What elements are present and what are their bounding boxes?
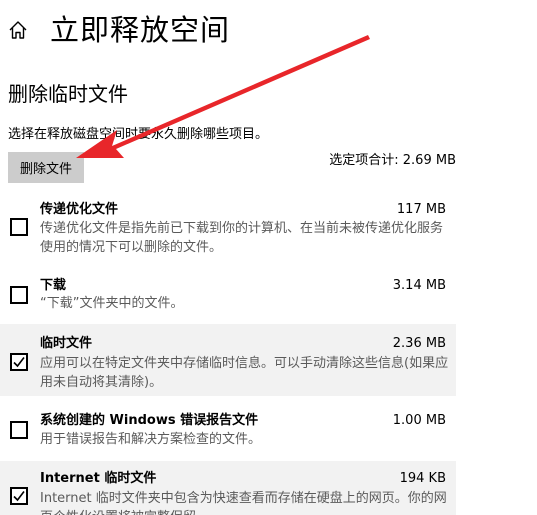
item-description: 用于错误报告和解决方案检查的文件。	[40, 432, 262, 447]
item-size: 194 KB	[399, 471, 446, 486]
checkbox-downloads[interactable]	[10, 286, 28, 304]
section-title: 删除临时文件	[8, 82, 128, 106]
item-title: Internet 临时文件	[40, 471, 157, 486]
checkmark-icon	[13, 491, 25, 502]
item-description: 应用可以在特定文件夹中存储临时信息。可以手动清除这些信息(如果应用未自动将其清除…	[40, 356, 449, 390]
selected-total: 选定项合计: 2.69 MB	[329, 153, 456, 168]
list-item-internet-temp-files[interactable]: Internet 临时文件 194 KB Internet 临时文件夹中包含为快…	[0, 461, 456, 515]
list-item-windows-error-reports[interactable]: 系统创建的 Windows 错误报告文件 1.00 MB 用于错误报告和解决方案…	[0, 404, 456, 452]
checkmark-icon	[13, 357, 25, 368]
item-title: 临时文件	[40, 336, 93, 351]
checkbox-windows-error-reports[interactable]	[10, 421, 28, 439]
item-title: 系统创建的 Windows 错误报告文件	[40, 413, 259, 428]
item-title: 下载	[40, 278, 67, 293]
list-item-temporary-files[interactable]: 临时文件 2.36 MB 应用可以在特定文件夹中存储临时信息。可以手动清除这些信…	[0, 324, 456, 396]
item-size: 1.00 MB	[392, 413, 446, 428]
item-description: 传递优化文件是指先前已下载到你的计算机、在当前未被传递优化服务使用的情况下可以删…	[40, 221, 444, 255]
checkbox-delivery-optimization[interactable]	[10, 218, 28, 236]
item-title: 传递优化文件	[40, 202, 119, 217]
item-size: 117 MB	[396, 202, 446, 217]
item-size: 3.14 MB	[392, 278, 446, 293]
item-size: 2.36 MB	[392, 336, 446, 351]
home-icon[interactable]	[8, 20, 28, 40]
checkbox-temporary-files[interactable]	[10, 353, 28, 371]
checkbox-internet-temp-files[interactable]	[10, 487, 28, 505]
instruction-text: 选择在释放磁盘空间时要永久删除哪些项目。	[8, 127, 269, 142]
page-title: 立即释放空间	[50, 13, 231, 47]
item-description: “下载”文件夹中的文件。	[40, 296, 184, 311]
delete-files-button[interactable]: 删除文件	[8, 152, 84, 183]
list-item-delivery-optimization[interactable]: 传递优化文件 117 MB 传递优化文件是指先前已下载到你的计算机、在当前未被传…	[0, 195, 456, 265]
item-description: Internet 临时文件夹中包含为快速查看而存储在硬盘上的网页。你的网页个性化…	[40, 491, 447, 515]
list-item-downloads[interactable]: 下载 3.14 MB “下载”文件夹中的文件。	[0, 272, 456, 318]
